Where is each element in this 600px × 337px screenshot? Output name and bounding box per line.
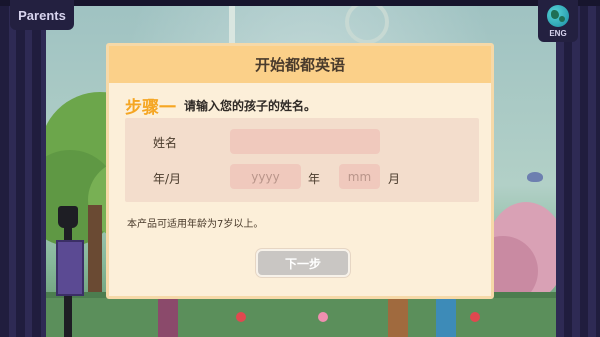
language-button[interactable]: ENG [538, 0, 578, 42]
step-row: 步骤一 请输入您的孩子的姓名。 [125, 93, 316, 118]
flower-icon [236, 312, 246, 322]
bird-icon [527, 172, 543, 182]
curtain-valance [0, 0, 600, 6]
flower-icon [318, 312, 328, 322]
year-unit-label: 年 [308, 172, 321, 186]
registration-dialog: 开始都都英语 步骤一 请输入您的孩子的姓名。 姓名 年/月 yyyy 年 mm … [106, 43, 494, 299]
parents-button[interactable]: Parents [10, 0, 74, 30]
flower-icon [470, 312, 480, 322]
step-label: 步骤一 [125, 98, 176, 118]
year-month-label: 年/月 [153, 172, 182, 186]
birth-month-input[interactable]: mm [339, 164, 380, 189]
next-step-button[interactable]: 下一步 [256, 249, 350, 277]
purple-banner [56, 240, 84, 296]
character-figure [158, 293, 178, 337]
background-ring [345, 0, 389, 44]
dog-figure [388, 293, 408, 337]
language-label: ENG [549, 28, 567, 38]
background-pole [229, 0, 235, 48]
age-note: 本产品可适用年龄为7岁以上。 [127, 219, 264, 230]
lamp-icon [58, 206, 78, 228]
step-instruction: 请输入您的孩子的姓名。 [184, 99, 317, 113]
birth-year-input[interactable]: yyyy [230, 164, 301, 189]
right-curtain [556, 0, 600, 337]
left-curtain [0, 0, 46, 337]
form-panel: 姓名 年/月 yyyy 年 mm 月 [125, 118, 479, 202]
dialog-title: 开始都都英语 [109, 46, 491, 83]
child-figure [436, 293, 456, 337]
name-label: 姓名 [153, 136, 178, 150]
month-unit-label: 月 [388, 172, 401, 186]
child-name-input[interactable] [230, 129, 380, 154]
globe-icon [547, 4, 569, 27]
